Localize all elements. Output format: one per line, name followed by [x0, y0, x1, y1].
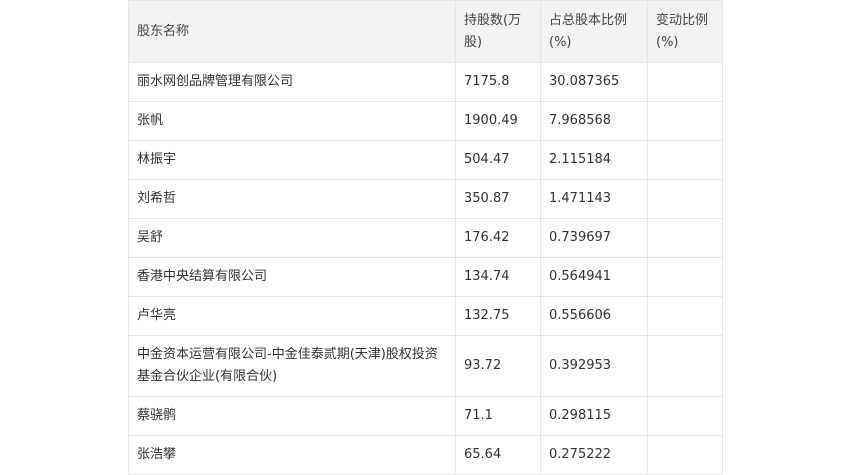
cell-shareholder-name: 林振宇 — [128, 140, 456, 180]
cell-change-ratio — [647, 62, 723, 102]
cell-shareholder-name: 吴舒 — [128, 218, 456, 258]
header-shareholder-name: 股东名称 — [128, 0, 456, 63]
cell-shares-held: 65.64 — [455, 435, 541, 475]
cell-share-ratio: 0.392953 — [540, 335, 648, 397]
cell-change-ratio — [647, 335, 723, 397]
cell-change-ratio — [647, 179, 723, 219]
cell-shares-held: 350.87 — [455, 179, 541, 219]
table-row: 刘希哲 350.87 1.471143 — [128, 179, 723, 219]
cell-shares-held: 134.74 — [455, 257, 541, 297]
cell-shares-held: 132.75 — [455, 296, 541, 336]
cell-change-ratio — [647, 218, 723, 258]
cell-share-ratio: 0.564941 — [540, 257, 648, 297]
table-row: 林振宇 504.47 2.115184 — [128, 140, 723, 180]
cell-share-ratio: 0.275222 — [540, 435, 648, 475]
cell-shareholder-name: 刘希哲 — [128, 179, 456, 219]
cell-share-ratio: 0.556606 — [540, 296, 648, 336]
header-shares-held: 持股数(万股) — [455, 0, 541, 63]
table-header: 股东名称 持股数(万股) 占总股本比例(%) 变动比例(%) — [128, 0, 723, 63]
cell-change-ratio — [647, 396, 723, 436]
header-row: 股东名称 持股数(万股) 占总股本比例(%) 变动比例(%) — [128, 0, 723, 63]
cell-shares-held: 7175.8 — [455, 62, 541, 102]
shareholder-table: 股东名称 持股数(万股) 占总股本比例(%) 变动比例(%) 丽水网创品牌管理有… — [128, 0, 723, 475]
cell-share-ratio: 0.739697 — [540, 218, 648, 258]
header-change-ratio: 变动比例(%) — [647, 0, 723, 63]
cell-change-ratio — [647, 140, 723, 180]
cell-change-ratio — [647, 257, 723, 297]
cell-share-ratio: 7.968568 — [540, 101, 648, 141]
cell-shareholder-name: 中金资本运营有限公司-中金佳泰贰期(天津)股权投资基金合伙企业(有限合伙) — [128, 335, 456, 397]
table-row: 香港中央结算有限公司 134.74 0.564941 — [128, 257, 723, 297]
table-row: 张浩攀 65.64 0.275222 — [128, 435, 723, 475]
cell-shareholder-name: 卢华亮 — [128, 296, 456, 336]
cell-change-ratio — [647, 435, 723, 475]
cell-shares-held: 93.72 — [455, 335, 541, 397]
cell-shareholder-name: 香港中央结算有限公司 — [128, 257, 456, 297]
cell-change-ratio — [647, 296, 723, 336]
table-row: 张帆 1900.49 7.968568 — [128, 101, 723, 141]
cell-shares-held: 176.42 — [455, 218, 541, 258]
table-row: 吴舒 176.42 0.739697 — [128, 218, 723, 258]
cell-shareholder-name: 丽水网创品牌管理有限公司 — [128, 62, 456, 102]
cell-shares-held: 504.47 — [455, 140, 541, 180]
cell-shares-held: 1900.49 — [455, 101, 541, 141]
header-share-ratio: 占总股本比例(%) — [540, 0, 648, 63]
cell-share-ratio: 0.298115 — [540, 396, 648, 436]
cell-share-ratio: 1.471143 — [540, 179, 648, 219]
cell-share-ratio: 2.115184 — [540, 140, 648, 180]
cell-share-ratio: 30.087365 — [540, 62, 648, 102]
cell-shareholder-name: 张浩攀 — [128, 435, 456, 475]
shareholder-table-container: 股东名称 持股数(万股) 占总股本比例(%) 变动比例(%) 丽水网创品牌管理有… — [128, 0, 723, 475]
table-row: 蔡骁鹘 71.1 0.298115 — [128, 396, 723, 436]
cell-change-ratio — [647, 101, 723, 141]
cell-shareholder-name: 张帆 — [128, 101, 456, 141]
table-row: 卢华亮 132.75 0.556606 — [128, 296, 723, 336]
cell-shareholder-name: 蔡骁鹘 — [128, 396, 456, 436]
cell-shares-held: 71.1 — [455, 396, 541, 436]
table-row: 丽水网创品牌管理有限公司 7175.8 30.087365 — [128, 62, 723, 102]
table-body: 丽水网创品牌管理有限公司 7175.8 30.087365 张帆 1900.49… — [128, 62, 723, 475]
table-row: 中金资本运营有限公司-中金佳泰贰期(天津)股权投资基金合伙企业(有限合伙) 93… — [128, 335, 723, 397]
